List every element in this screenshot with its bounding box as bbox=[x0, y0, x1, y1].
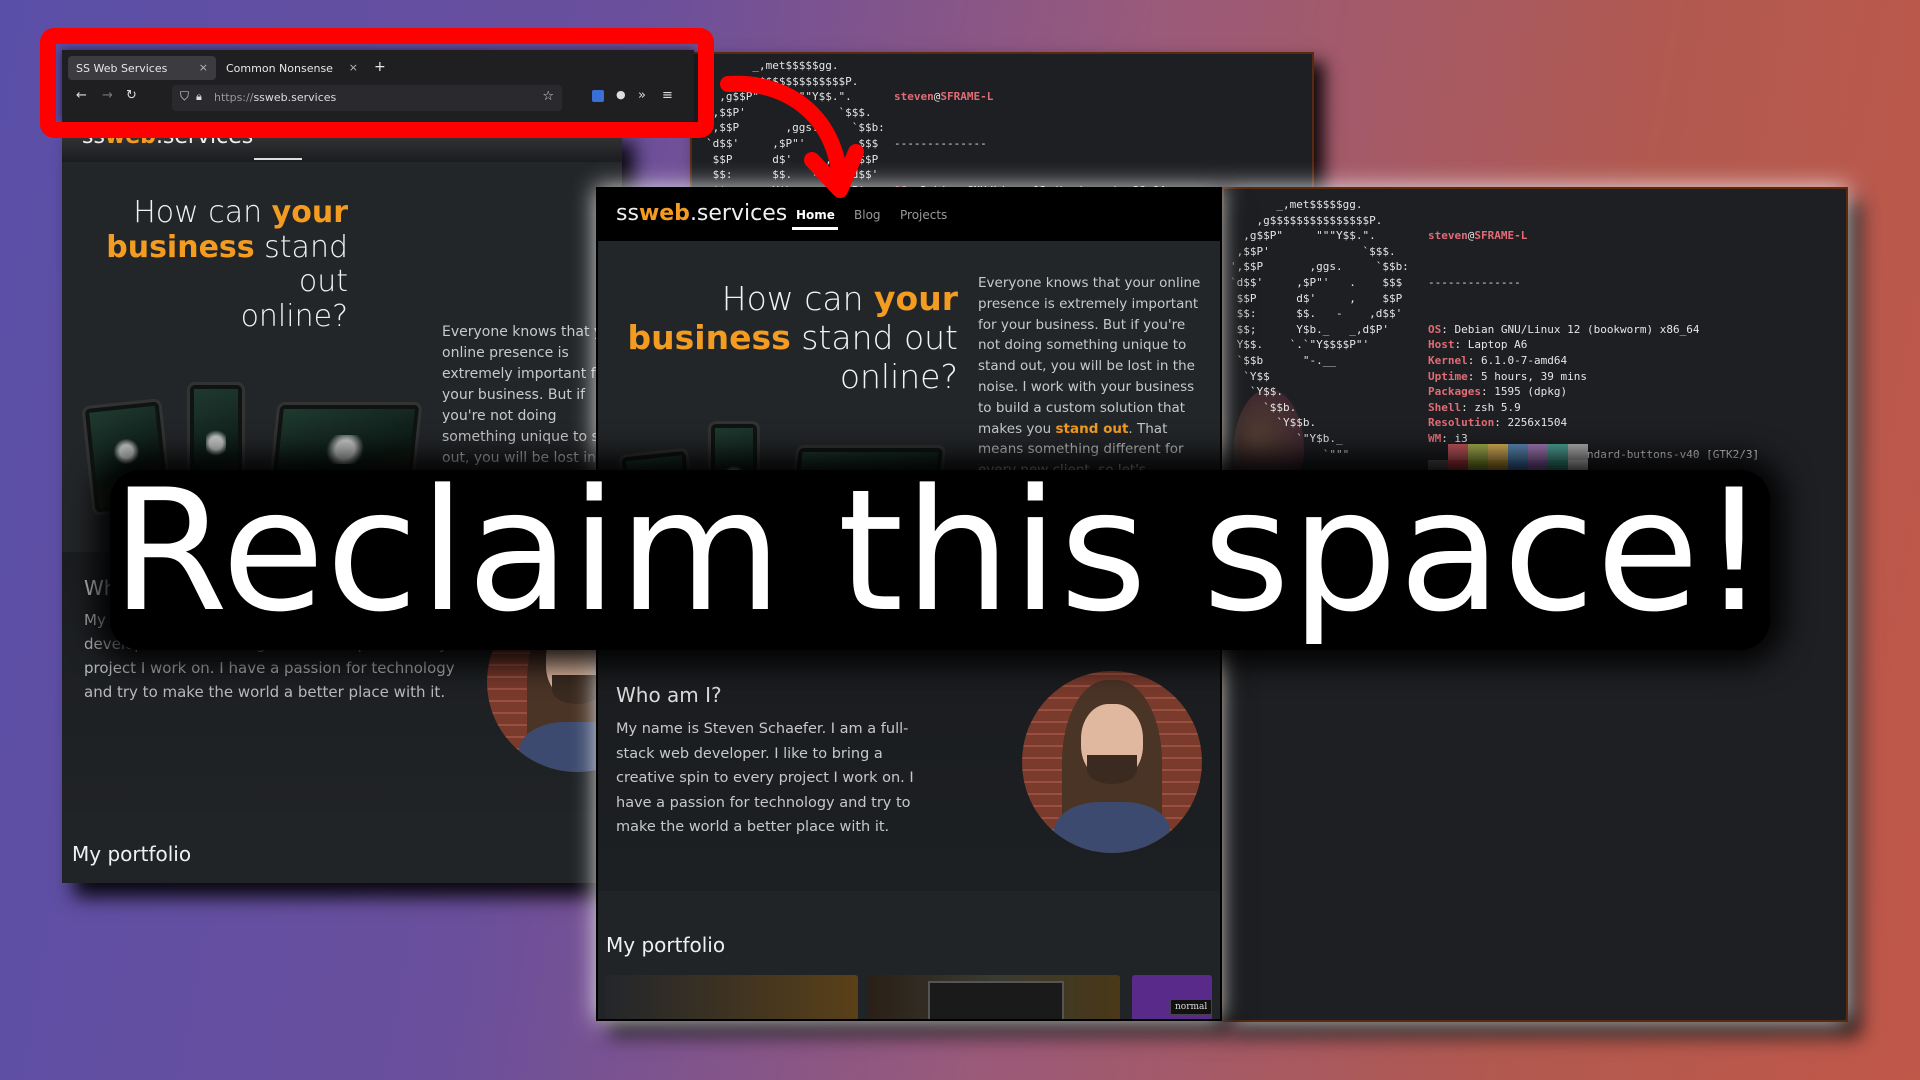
mode-badge: normal bbox=[1170, 999, 1213, 1015]
about-title: Who am I? bbox=[616, 683, 722, 707]
neofetch-key: Packages bbox=[1428, 385, 1481, 399]
nav-projects[interactable]: Projects bbox=[900, 208, 947, 222]
ascii-logo-line: _,met$$$$$gg. bbox=[1230, 198, 1363, 211]
ascii-logo-line: `Y$$ bbox=[1230, 369, 1270, 383]
ascii-logo-line: ,g$$$$$$$$$$$$$$$P. bbox=[1230, 213, 1383, 227]
neofetch-field: Uptime: 5 hours, 39 mins bbox=[1428, 369, 1759, 385]
red-highlight-box bbox=[40, 28, 714, 138]
ascii-logo-line: $$; Y$b._ _,d$P' bbox=[1230, 322, 1389, 336]
portfolio-screenshot bbox=[928, 981, 1064, 1019]
back-portfolio-section: My portfolio bbox=[62, 812, 622, 883]
ascii-logo-line: `d$$' ,$P"' . $$$ bbox=[1230, 275, 1403, 289]
ascii-logo-line: Y$$. `.`"Y$$$$P"' bbox=[1230, 338, 1370, 352]
neofetch-field: Packages: 1595 (dpkg) bbox=[1428, 384, 1759, 400]
ascii-logo-line: $$P d$' , $$P bbox=[1230, 291, 1403, 305]
portfolio-card[interactable] bbox=[606, 975, 858, 1019]
nav-home[interactable]: Home bbox=[796, 208, 835, 222]
neofetch-key: OS bbox=[1428, 322, 1442, 336]
ascii-logo-line: ,$$P' `$$$. bbox=[1230, 244, 1396, 258]
neofetch-key: Kernel bbox=[1428, 353, 1468, 367]
neofetch-value: : Laptop A6 bbox=[1454, 338, 1528, 352]
portfolio-title: My portfolio bbox=[606, 933, 726, 957]
ascii-logo-line: `Y$$. bbox=[1230, 385, 1283, 399]
neofetch-field: Kernel: 6.1.0-7-amd64 bbox=[1428, 353, 1759, 369]
red-arrow-icon bbox=[720, 75, 864, 198]
debian-ascii-logo: _,met$$$$$gg. ,g$$$$$$$$$$$$$$$P. ,g$$P"… bbox=[1230, 197, 1409, 462]
site-navbar: ssweb.services Home Blog Projects bbox=[598, 189, 1220, 241]
neofetch-field: OS: Debian GNU/Linux 12 (bookworm) x86_6… bbox=[1428, 322, 1759, 338]
site-logo[interactable]: ssweb.services bbox=[616, 201, 787, 226]
banner-text: Reclaim this space! bbox=[111, 453, 1769, 649]
neofetch-key: Shell bbox=[1428, 400, 1462, 414]
nav-active-underline bbox=[792, 227, 838, 230]
ascii-logo-line: `$$b "-.__ bbox=[1230, 353, 1336, 367]
about-body: My name is Steven Schaefer. I am a full-… bbox=[616, 721, 914, 835]
neofetch-value: : i3 bbox=[1441, 431, 1468, 445]
neofetch-value: : 1595 (dpkg) bbox=[1480, 385, 1568, 399]
neofetch-key: Host bbox=[1428, 338, 1455, 352]
neofetch-value: : 6.1.0-7-amd64 bbox=[1467, 353, 1568, 367]
ascii-logo-line: `"Y$b._ bbox=[1230, 431, 1343, 445]
neofetch-value: : zsh 5.9 bbox=[1461, 400, 1521, 414]
back-nav-active-underline bbox=[254, 158, 302, 160]
avatar-photo bbox=[1022, 671, 1202, 853]
ascii-logo-line: ,g$$P" """Y$$.". bbox=[1230, 229, 1376, 243]
ascii-logo-line: ',$$P ,ggs. `$$b: bbox=[1230, 260, 1409, 274]
neofetch-value: : 5 hours, 39 mins bbox=[1467, 369, 1587, 383]
back-portfolio-title: My portfolio bbox=[72, 842, 192, 866]
neofetch-field: Shell: zsh 5.9 bbox=[1428, 400, 1759, 416]
neofetch-value: : Debian GNU/Linux 12 (bookworm) x86_64 bbox=[1441, 322, 1700, 336]
hero-title: How can your business stand out online? bbox=[627, 279, 958, 396]
neofetch-key: WM bbox=[1428, 431, 1442, 445]
about-section: Who am I? My name is Steven Schaefer. I … bbox=[598, 651, 1220, 891]
neofetch-key: Uptime bbox=[1428, 369, 1468, 383]
reclaim-space-banner: Reclaim this space! bbox=[110, 453, 1770, 650]
ascii-logo-line: `$$b. bbox=[1230, 400, 1297, 414]
nav-blog[interactable]: Blog bbox=[854, 208, 881, 222]
neofetch-key: Resolution bbox=[1428, 416, 1495, 430]
neofetch-field: Host: Laptop A6 bbox=[1428, 337, 1759, 353]
ascii-logo-line: $$: $$. - ,d$$' bbox=[1230, 307, 1403, 321]
back-hero-title: How can your business stand out online? bbox=[106, 195, 348, 334]
neofetch-field: Resolution: 2256x1504 bbox=[1428, 415, 1759, 431]
neofetch-value: : 2256x1504 bbox=[1494, 416, 1568, 430]
ascii-logo-line: `Y$$b. bbox=[1230, 416, 1317, 430]
portfolio-card[interactable] bbox=[868, 975, 1120, 1019]
